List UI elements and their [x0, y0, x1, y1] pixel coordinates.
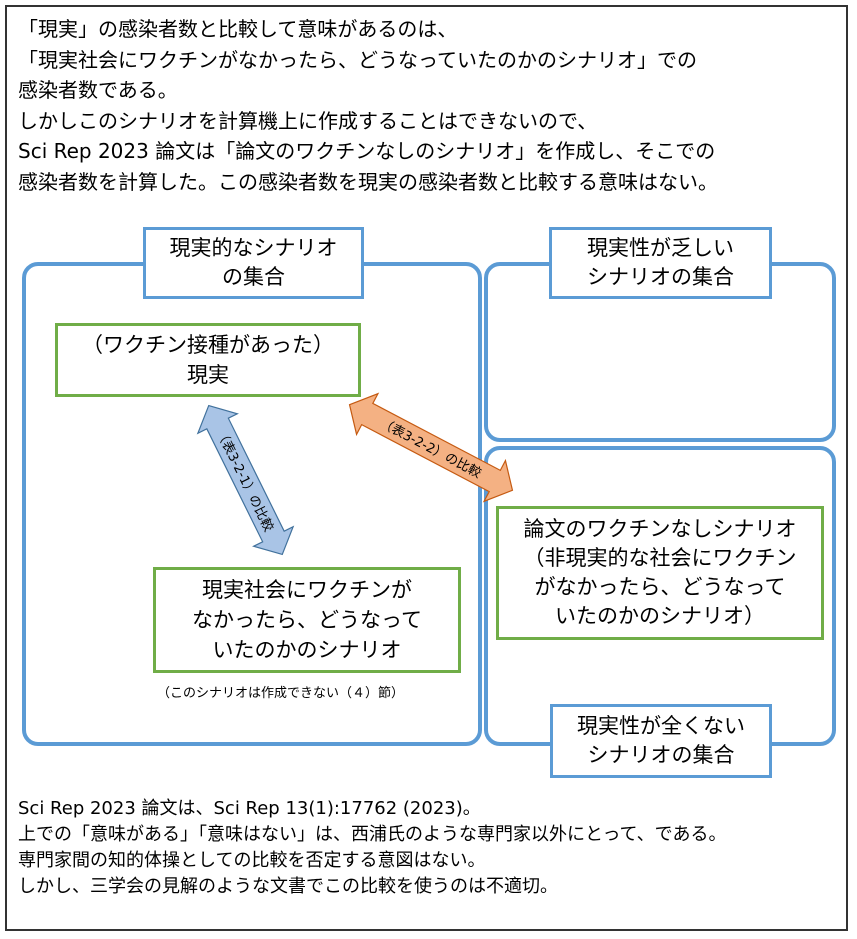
- footer-line: 専門家間の知的体操としての比較を否定する意図はない。: [18, 850, 486, 871]
- footer-notes: Sci Rep 2023 論文は、Sci Rep 13(1):17762 (20…: [18, 796, 848, 900]
- footer-line: しかし、三学会の見解のような文書でこの比較を使うのは不適切。: [18, 876, 558, 897]
- comparison-3-2-1-arrow: （表3-2-1）の比較: [196, 404, 295, 556]
- comparison-3-2-1-label: （表3-2-1）の比較: [213, 427, 276, 534]
- comparison-3-2-2-arrow: （表3-2-2）の比較: [348, 392, 514, 503]
- footer-line: Sci Rep 2023 論文は、Sci Rep 13(1):17762 (20…: [18, 798, 481, 819]
- footer-line: 上での「意味がある」「意味はない」は、西浦氏のような専門家以外にとって、である。: [18, 824, 727, 845]
- comparison-3-2-2-label: （表3-2-2）の比較: [377, 416, 483, 481]
